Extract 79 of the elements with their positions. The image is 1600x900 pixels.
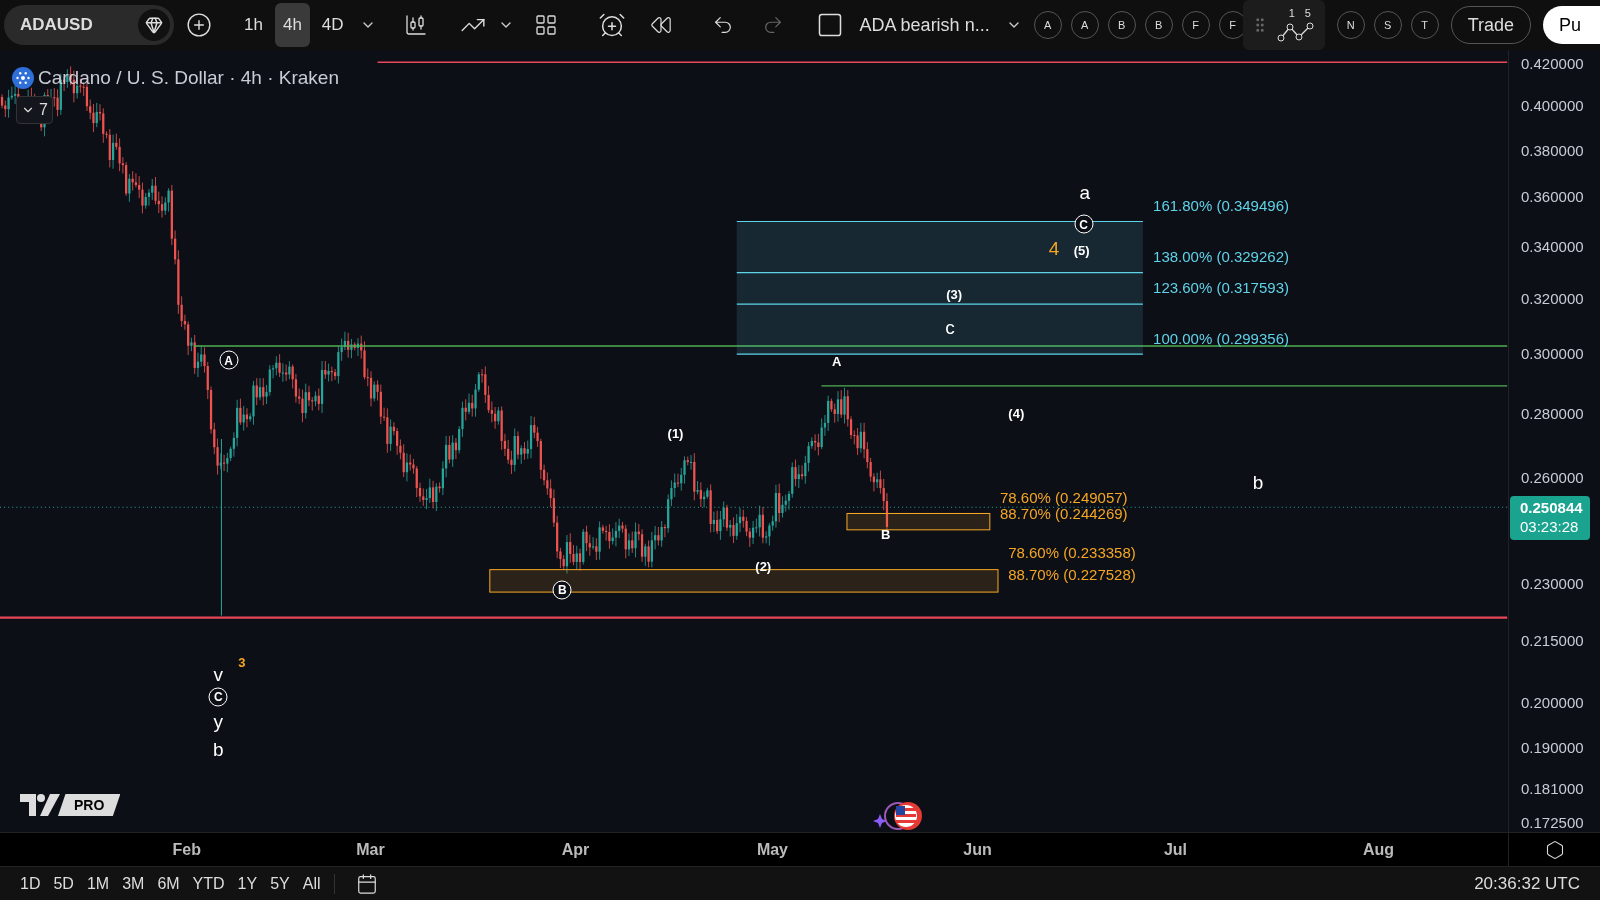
wave-label: 4: [1048, 238, 1060, 258]
range-button[interactable]: 1D: [20, 871, 41, 896]
fibonacci-label: 138.00% (0.329262): [1153, 248, 1289, 264]
wave-label: (5): [1073, 243, 1090, 257]
fibonacci-label: 100.00% (0.299356): [1153, 330, 1289, 346]
price-tick: 0.260000: [1521, 469, 1584, 484]
range-button[interactable]: 5D: [53, 871, 74, 896]
last-price: 0.250844: [1520, 499, 1584, 518]
price-tick: 0.400000: [1521, 97, 1584, 113]
interval-tab[interactable]: 4h: [274, 3, 310, 47]
price-tick: 0.360000: [1521, 188, 1584, 204]
wave-label: C: [1074, 215, 1094, 234]
wave-label: A: [219, 350, 239, 370]
fibonacci-label: 78.60% (0.249057): [1000, 489, 1128, 505]
candlestick-icon[interactable]: [403, 13, 428, 37]
coin-icon: [12, 67, 34, 90]
fibonacci-label: 88.70% (0.227528): [1008, 567, 1136, 582]
wave-label: B: [552, 580, 572, 600]
indicators-toggle[interactable]: 7: [16, 96, 53, 124]
time-axis-label: Apr: [561, 839, 590, 860]
range-button[interactable]: 1Y: [237, 871, 258, 896]
wave-label: C: [208, 687, 228, 707]
wave-label: v: [213, 665, 224, 684]
range-button[interactable]: 5Y: [270, 871, 290, 896]
calendar-icon[interactable]: [355, 872, 378, 895]
price-tick: 0.380000: [1521, 142, 1584, 158]
price-tick: 0.280000: [1521, 405, 1584, 421]
wave-pattern-icon[interactable]: [1276, 21, 1317, 43]
layout-grid-icon[interactable]: [533, 13, 558, 37]
wave-label: B: [881, 527, 891, 541]
time-axis-label: Mar: [356, 839, 385, 860]
time-axis-label: Jul: [1163, 839, 1188, 860]
alarm-clock-icon[interactable]: [597, 11, 626, 39]
range-button[interactable]: All: [302, 871, 321, 896]
interval-tab[interactable]: 4D: [313, 3, 352, 47]
tv-logo-icon: [20, 794, 60, 816]
time-axis-label: Feb: [172, 839, 201, 860]
wave-label: (4): [1008, 406, 1025, 420]
price-tick: 0.215000: [1521, 632, 1584, 648]
interval-tab[interactable]: 1h: [236, 3, 271, 47]
fibonacci-label: 88.70% (0.244269): [1000, 505, 1128, 521]
gem-icon: [138, 9, 170, 41]
wave-label: a: [1079, 182, 1090, 202]
wave-label: 5: [1304, 6, 1311, 21]
price-tick: 0.420000: [1521, 55, 1584, 71]
range-button[interactable]: 1M: [86, 871, 110, 896]
publish-button[interactable]: Pu: [1543, 6, 1600, 44]
wave-label: (3): [946, 287, 962, 301]
wave-label: 1: [1288, 6, 1295, 21]
clock-time: 20:36:32 UTC: [1474, 872, 1580, 895]
time-axis-label: Jun: [963, 839, 992, 860]
price-tick: 0.172500: [1521, 814, 1584, 830]
price-tick: 0.181000: [1521, 780, 1584, 796]
wave-label: y: [213, 711, 224, 731]
fibonacci-label: 78.60% (0.233358): [1008, 544, 1136, 560]
add-symbol-icon[interactable]: [186, 12, 212, 38]
time-axis-label: May: [756, 839, 788, 860]
wave-label: A: [832, 354, 842, 368]
layout-name-button[interactable]: ADA bearish n...: [859, 11, 990, 39]
symbol-search[interactable]: ADAUSD: [4, 5, 174, 45]
wave-label: (1): [667, 426, 684, 440]
wave-label: b: [213, 739, 224, 759]
price-tick: 0.320000: [1521, 290, 1584, 306]
bar-countdown: 03:23:28: [1520, 518, 1580, 537]
rewind-icon[interactable]: [649, 14, 672, 36]
range-button[interactable]: 6M: [157, 871, 180, 896]
range-button[interactable]: YTD: [192, 871, 225, 896]
fibonacci-label: 161.80% (0.349496): [1153, 197, 1289, 213]
fibonacci-label: 123.60% (0.317593): [1153, 279, 1289, 295]
wave-label: c: [945, 317, 955, 336]
price-tick: 0.340000: [1521, 238, 1584, 254]
price-tick: 0.300000: [1521, 345, 1584, 361]
price-tick: 0.230000: [1521, 575, 1584, 591]
wave-label: b: [1252, 472, 1264, 492]
price-tick: 0.190000: [1521, 739, 1584, 755]
wave-label: 3: [238, 655, 246, 669]
price-tick: 0.200000: [1521, 694, 1584, 710]
range-button[interactable]: 3M: [122, 871, 145, 896]
time-axis-label: Aug: [1363, 839, 1395, 860]
